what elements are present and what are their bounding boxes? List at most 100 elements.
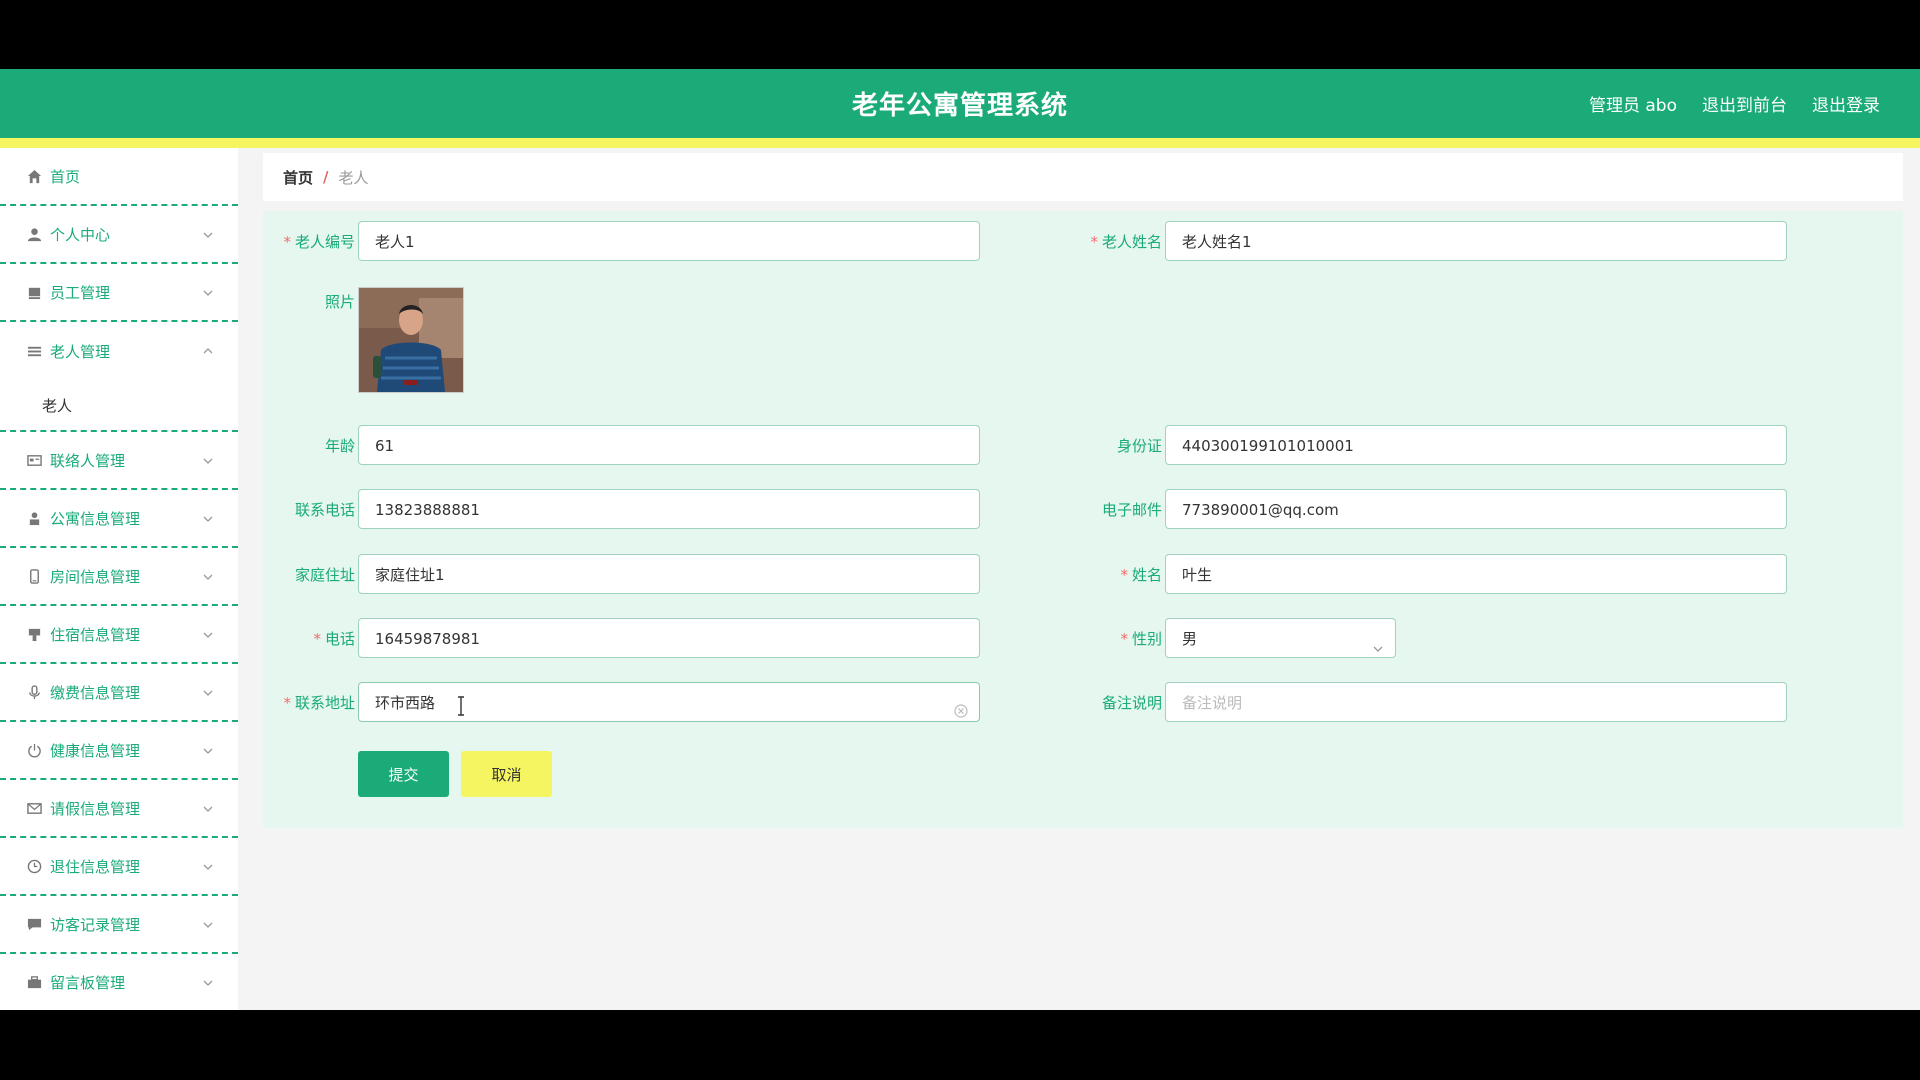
user-icon: [26, 226, 42, 242]
phone-label: 联系电话: [294, 501, 355, 519]
main-content: 首页 / 老人 * 老人编号 老人1 * 老人姓名 老人姓名1 照片 年龄 61…: [263, 153, 1903, 828]
top-header: 老年公寓管理系统 管理员 abo 退出到前台 退出登录: [0, 69, 1920, 138]
form-row-tel: * 电话 16459878981 * 性别 男: [263, 618, 1903, 660]
chevron-down-icon: [202, 452, 216, 466]
elder-no-field[interactable]: 老人1: [358, 221, 980, 261]
chevron-up-icon: [202, 342, 216, 356]
form-row-contact: * 联系地址 环市西路 备注说明 备注说明: [263, 682, 1903, 724]
photo-label: 照片: [324, 293, 355, 311]
mic-icon: [26, 684, 42, 700]
sidebar-item-lodging[interactable]: 住宿信息管理: [0, 606, 238, 664]
sidebar-item-checkout[interactable]: 退住信息管理: [0, 838, 238, 896]
bed-icon: [26, 626, 42, 642]
sidebar-item-label: 联络人管理: [50, 451, 126, 470]
home-address-field[interactable]: 家庭住址1: [358, 554, 980, 594]
chevron-down-icon: [202, 568, 216, 582]
elder-name-field[interactable]: 老人姓名1: [1165, 221, 1787, 261]
exit-to-front-link[interactable]: 退出到前台: [1702, 91, 1787, 116]
remark-field[interactable]: 备注说明: [1165, 682, 1787, 722]
sidebar-item-label: 公寓信息管理: [50, 509, 141, 528]
sidebar-item-visitors[interactable]: 访客记录管理: [0, 896, 238, 954]
contact-address-value: 环市西路: [375, 694, 436, 712]
sidebar-item-label: 退住信息管理: [50, 857, 141, 876]
briefcase-icon: [26, 974, 42, 990]
sidebar-item-leave[interactable]: 请假信息管理: [0, 780, 238, 838]
elder-name-label: * 老人姓名: [1090, 233, 1162, 251]
sidebar-item-label: 健康信息管理: [50, 741, 141, 760]
elder-form: * 老人编号 老人1 * 老人姓名 老人姓名1 照片 年龄 61 身份证 440…: [263, 211, 1903, 828]
elder-no-label: * 老人编号: [283, 233, 355, 251]
age-label: 年龄: [324, 437, 355, 455]
elder-photo[interactable]: [358, 287, 464, 393]
email-field[interactable]: 773890001@qq.com: [1165, 489, 1787, 529]
text-cursor-icon: [457, 692, 465, 716]
form-row-address: 家庭住址 家庭住址1 * 姓名 叶生: [263, 554, 1903, 596]
mail-icon: [26, 800, 42, 816]
chevron-down-icon: [202, 684, 216, 698]
chevron-down-icon: [202, 510, 216, 524]
clear-icon[interactable]: [953, 694, 969, 718]
id-card-field[interactable]: 440300199101010001: [1165, 425, 1787, 465]
logout-link[interactable]: 退出登录: [1812, 91, 1880, 116]
chat-icon: [26, 916, 42, 932]
form-row-phone: 联系电话 13823888881 电子邮件 773890001@qq.com: [263, 489, 1903, 531]
contact-card-icon: [26, 452, 42, 468]
name-field[interactable]: 叶生: [1165, 554, 1787, 594]
sidebar-item-message-board[interactable]: 留言板管理: [0, 954, 238, 1010]
submit-button[interactable]: 提交: [358, 751, 449, 797]
app-window: 老年公寓管理系统 管理员 abo 退出到前台 退出登录 首页 个人中心 员工管理: [0, 69, 1920, 1010]
header-accent-strip: [0, 138, 1920, 148]
contact-address-label: * 联系地址: [283, 694, 355, 712]
staff-icon: [26, 284, 42, 300]
gender-value: 男: [1182, 630, 1198, 648]
form-row-age: 年龄 61 身份证 440300199101010001: [263, 425, 1903, 467]
chevron-down-icon: [202, 284, 216, 298]
phone-field[interactable]: 13823888881: [358, 489, 980, 529]
sidebar-item-label: 缴费信息管理: [50, 683, 141, 702]
sidebar-item-elderly-management[interactable]: 老人管理: [0, 322, 238, 380]
sidebar-item-label: 访客记录管理: [50, 915, 141, 934]
breadcrumb: 首页 / 老人: [263, 153, 1903, 201]
sidebar-item-label: 房间信息管理: [50, 567, 141, 586]
app-title: 老年公寓管理系统: [851, 91, 1068, 121]
chevron-down-icon: [202, 226, 216, 240]
chevron-down-icon: [202, 626, 216, 640]
form-row-1: * 老人编号 老人1 * 老人姓名 老人姓名1: [263, 221, 1903, 263]
tel-label: * 电话: [313, 630, 355, 648]
gender-select[interactable]: 男: [1165, 618, 1396, 658]
current-user: 管理员 abo: [1588, 96, 1677, 116]
breadcrumb-home[interactable]: 首页: [283, 167, 313, 188]
chevron-down-icon: [202, 742, 216, 756]
remark-label: 备注说明: [1101, 694, 1162, 712]
sidebar-subitem-elderly[interactable]: 老人: [0, 380, 238, 430]
gender-label: * 性别: [1120, 630, 1162, 648]
sidebar-item-room[interactable]: 房间信息管理: [0, 548, 238, 606]
sidebar-item-personal-center[interactable]: 个人中心: [0, 206, 238, 264]
sidebar-item-staff[interactable]: 员工管理: [0, 264, 238, 322]
sidebar-item-apartment[interactable]: 公寓信息管理: [0, 490, 238, 548]
chevron-down-icon: [202, 916, 216, 930]
phone-icon: [26, 568, 42, 584]
letterbox-bottom: [0, 1010, 1920, 1080]
home-address-label: 家庭住址: [294, 566, 355, 584]
sidebar-item-contacts[interactable]: 联络人管理: [0, 432, 238, 490]
cancel-button[interactable]: 取消: [461, 751, 552, 797]
home-icon: [26, 168, 42, 184]
letterbox-top: [0, 0, 1920, 69]
age-field[interactable]: 61: [358, 425, 980, 465]
name-label: * 姓名: [1120, 566, 1162, 584]
contact-address-field[interactable]: 环市西路: [358, 682, 980, 722]
sidebar-group-elderly: 老人管理 老人: [0, 322, 238, 432]
sidebar-item-payment[interactable]: 缴费信息管理: [0, 664, 238, 722]
chevron-down-icon: [202, 858, 216, 872]
chevron-down-icon: [202, 974, 216, 988]
sidebar-item-home[interactable]: 首页: [0, 148, 238, 206]
breadcrumb-current: 老人: [338, 168, 369, 187]
sidebar-item-label: 留言板管理: [50, 973, 126, 992]
chevron-down-icon: [1371, 631, 1385, 652]
email-label: 电子邮件: [1101, 501, 1162, 519]
sidebar-item-health[interactable]: 健康信息管理: [0, 722, 238, 780]
tel-field[interactable]: 16459878981: [358, 618, 980, 658]
sidebar-item-label: 首页: [50, 167, 81, 186]
chevron-down-icon: [202, 800, 216, 814]
